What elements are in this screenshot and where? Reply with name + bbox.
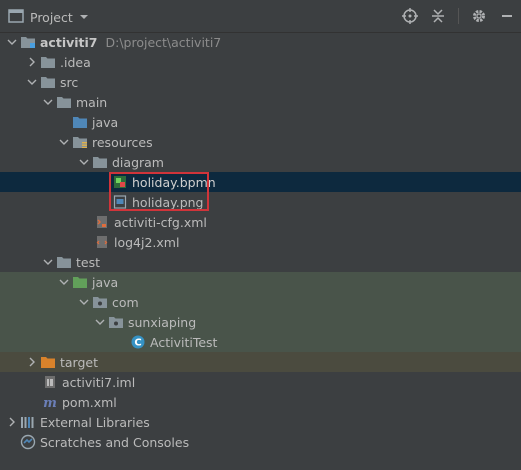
resources-folder-icon xyxy=(72,134,88,150)
package-icon xyxy=(92,294,108,310)
external-libraries-label: External Libraries xyxy=(40,414,150,430)
test-java-folder-label: java xyxy=(92,274,119,290)
target-icon[interactable] xyxy=(402,8,418,24)
iml-file-label: activiti7.iml xyxy=(62,374,136,390)
chevron-right-icon[interactable] xyxy=(24,54,40,70)
tree-row-iml[interactable]: activiti7.iml xyxy=(0,372,521,392)
tree-row-activiti-cfg[interactable]: activiti-cfg.xml xyxy=(0,212,521,232)
svg-text:C: C xyxy=(134,338,141,349)
tree-row-external-libraries[interactable]: External Libraries xyxy=(0,412,521,432)
java-folder-label: java xyxy=(92,114,119,130)
tree-row-target[interactable]: target xyxy=(0,352,521,372)
chevron-down-icon[interactable] xyxy=(24,74,40,90)
src-folder-label: src xyxy=(60,74,79,90)
project-icon xyxy=(8,8,24,27)
tree-row-resources[interactable]: resources xyxy=(0,132,521,152)
java-class-icon: C xyxy=(130,334,146,350)
tree-row-holiday-png[interactable]: holiday.png xyxy=(0,192,521,212)
test-folder-label: test xyxy=(76,254,101,270)
scratches-label: Scratches and Consoles xyxy=(40,434,190,450)
tree-row-holiday-bpmn[interactable]: holiday.bpmn xyxy=(0,172,521,192)
xml-file-icon xyxy=(94,234,110,250)
folder-icon xyxy=(40,54,56,70)
tree-row-com[interactable]: com xyxy=(0,292,521,312)
tree-row-src[interactable]: src xyxy=(0,72,521,92)
tree-row-root[interactable]: activiti7 D:\project\activiti7 xyxy=(0,32,521,52)
chevron-down-icon[interactable] xyxy=(92,314,108,330)
root-module-path: D:\project\activiti7 xyxy=(105,34,222,50)
chevron-down-icon[interactable] xyxy=(76,294,92,310)
chevron-down-icon[interactable] xyxy=(76,154,92,170)
folder-icon xyxy=(40,74,56,90)
svg-text:m: m xyxy=(43,396,57,409)
chevron-down-icon[interactable] xyxy=(56,274,72,290)
diagram-folder-label: diagram xyxy=(112,154,164,170)
tree-row-main[interactable]: main xyxy=(0,92,521,112)
project-toolbar: Project xyxy=(0,0,521,33)
tree-row-activiti-test[interactable]: C ActivitiTest xyxy=(0,332,521,352)
project-view-selector[interactable]: Project xyxy=(8,8,89,26)
tree-row-java[interactable]: java xyxy=(0,112,521,132)
scratches-icon xyxy=(20,434,36,450)
pom-file-label: pom.xml xyxy=(62,394,117,410)
tree-row-pom[interactable]: m pom.xml xyxy=(0,392,521,412)
package-icon xyxy=(108,314,124,330)
folder-icon xyxy=(92,154,108,170)
project-tool-window: Project activiti7 D:\project\activiti7 .… xyxy=(0,0,521,470)
tree-row-sunxiaping[interactable]: sunxiaping xyxy=(0,312,521,332)
folder-icon xyxy=(56,254,72,270)
log4j2-label: log4j2.xml xyxy=(114,234,180,250)
tree-row-idea[interactable]: .idea xyxy=(0,52,521,72)
maven-file-icon: m xyxy=(42,394,58,410)
tree-row-log4j2[interactable]: log4j2.xml xyxy=(0,232,521,252)
toolbar-separator xyxy=(458,8,459,24)
chevron-down-icon[interactable] xyxy=(40,94,56,110)
activiti-test-label: ActivitiTest xyxy=(150,334,218,350)
tree-row-test[interactable]: test xyxy=(0,252,521,272)
tree-row-test-java[interactable]: java xyxy=(0,272,521,292)
library-icon xyxy=(20,414,36,430)
com-package-label: com xyxy=(112,294,139,310)
module-folder-icon xyxy=(20,34,36,50)
chevron-down-icon[interactable] xyxy=(40,254,56,270)
idea-folder-label: .idea xyxy=(60,54,91,70)
resources-folder-label: resources xyxy=(92,134,153,150)
xml-file-icon xyxy=(94,214,110,230)
chevron-down-icon[interactable] xyxy=(4,34,20,50)
tree-row-diagram[interactable]: diagram xyxy=(0,152,521,172)
project-view-title: Project xyxy=(30,9,73,25)
collapse-icon[interactable] xyxy=(430,8,446,24)
chevron-right-icon[interactable] xyxy=(4,414,20,430)
activiti-cfg-label: activiti-cfg.xml xyxy=(114,214,207,230)
main-folder-label: main xyxy=(76,94,108,110)
excluded-folder-icon xyxy=(40,354,56,370)
folder-icon xyxy=(56,94,72,110)
tree-row-scratches[interactable]: Scratches and Consoles xyxy=(0,432,521,452)
iml-file-icon xyxy=(42,374,58,390)
test-source-folder-icon xyxy=(72,274,88,290)
chevron-right-icon[interactable] xyxy=(24,354,40,370)
source-folder-icon xyxy=(72,114,88,130)
gear-icon[interactable] xyxy=(471,8,487,24)
hide-icon[interactable] xyxy=(499,8,515,24)
target-folder-label: target xyxy=(60,354,99,370)
chevron-down-icon xyxy=(79,10,89,25)
root-module-name: activiti7 xyxy=(40,34,98,50)
sunxiaping-package-label: sunxiaping xyxy=(128,314,197,330)
chevron-down-icon[interactable] xyxy=(56,134,72,150)
annotation-highlight-box xyxy=(109,172,209,211)
